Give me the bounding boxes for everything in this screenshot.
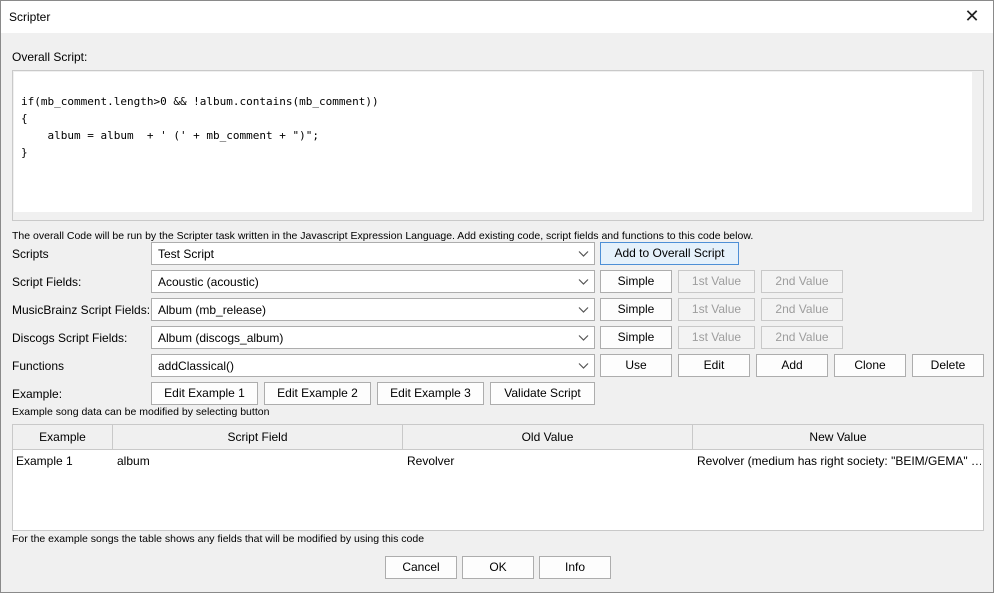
overall-script-note: The overall Code will be run by the Scri… (12, 230, 754, 242)
musicbrainz-script-fields-dropdown[interactable]: Album (mb_release) (151, 298, 595, 321)
validate-script-button[interactable]: Validate Script (490, 382, 595, 405)
chevron-down-icon (578, 251, 589, 257)
script-fields-dropdown[interactable]: Acoustic (acoustic) (151, 270, 595, 293)
function-edit-button[interactable]: Edit (678, 354, 750, 377)
chevron-down-icon (578, 307, 589, 313)
examples-table: Example Script Field Old Value New Value… (12, 424, 984, 531)
title-bar: Scripter ✕ (1, 1, 993, 33)
table-cell-example: Example 1 (16, 454, 73, 468)
scripts-label: Scripts (12, 247, 49, 261)
add-to-overall-script-button[interactable]: Add to Overall Script (600, 242, 739, 265)
functions-dropdown-value: addClassical() (158, 359, 235, 373)
script-fields-dropdown-value: Acoustic (acoustic) (158, 275, 259, 289)
column-header-old-value[interactable]: Old Value (403, 425, 693, 449)
column-header-script-field[interactable]: Script Field (113, 425, 403, 449)
window-title: Scripter (9, 10, 51, 24)
close-icon[interactable]: ✕ (961, 5, 983, 27)
musicbrainz-1st-value-button[interactable]: 1st Value (678, 298, 755, 321)
overall-script-editor-frame: if(mb_comment.length>0 && !album.contain… (12, 70, 984, 221)
ok-button[interactable]: OK (462, 556, 534, 579)
chevron-down-icon (578, 279, 589, 285)
script-fields-1st-value-button[interactable]: 1st Value (678, 270, 755, 293)
overall-script-code[interactable]: if(mb_comment.length>0 && !album.contain… (21, 93, 379, 161)
scripts-dropdown-value: Test Script (158, 247, 215, 261)
discogs-2nd-value-button[interactable]: 2nd Value (761, 326, 843, 349)
discogs-script-fields-dropdown[interactable]: Album (discogs_album) (151, 326, 595, 349)
function-clone-button[interactable]: Clone (834, 354, 906, 377)
example-note: Example song data can be modified by sel… (12, 406, 270, 418)
musicbrainz-dropdown-value: Album (mb_release) (158, 303, 267, 317)
overall-script-label: Overall Script: (12, 50, 88, 64)
column-header-new-value[interactable]: New Value (693, 425, 983, 449)
table-cell-old-value: Revolver (407, 454, 455, 468)
edit-example-2-button[interactable]: Edit Example 2 (264, 382, 371, 405)
edit-example-3-button[interactable]: Edit Example 3 (377, 382, 484, 405)
chevron-down-icon (578, 335, 589, 341)
script-fields-label: Script Fields: (12, 275, 82, 289)
musicbrainz-simple-button[interactable]: Simple (600, 298, 672, 321)
discogs-simple-button[interactable]: Simple (600, 326, 672, 349)
cancel-button[interactable]: Cancel (385, 556, 457, 579)
chevron-down-icon (578, 363, 589, 369)
table-header: Example Script Field Old Value New Value (13, 425, 983, 450)
functions-label: Functions (12, 359, 65, 373)
info-button[interactable]: Info (539, 556, 611, 579)
scripter-dialog: Scripter ✕ Overall Script: if(mb_comment… (0, 0, 994, 593)
edit-example-1-button[interactable]: Edit Example 1 (151, 382, 258, 405)
column-header-example[interactable]: Example (13, 425, 113, 449)
discogs-1st-value-button[interactable]: 1st Value (678, 326, 755, 349)
musicbrainz-2nd-value-button[interactable]: 2nd Value (761, 298, 843, 321)
table-note: For the example songs the table shows an… (12, 533, 425, 545)
function-use-button[interactable]: Use (600, 354, 672, 377)
script-fields-simple-button[interactable]: Simple (600, 270, 672, 293)
table-cell-script-field: album (117, 454, 150, 468)
function-delete-button[interactable]: Delete (912, 354, 984, 377)
example-label: Example: (12, 387, 63, 401)
discogs-dropdown-value: Album (discogs_album) (158, 331, 284, 345)
table-cell-new-value: Revolver (medium has right society: "BEI… (697, 454, 981, 468)
discogs-script-fields-label: Discogs Script Fields: (12, 331, 128, 345)
script-fields-2nd-value-button[interactable]: 2nd Value (761, 270, 843, 293)
scripts-dropdown[interactable]: Test Script (151, 242, 595, 265)
functions-dropdown[interactable]: addClassical() (151, 354, 595, 377)
function-add-button[interactable]: Add (756, 354, 828, 377)
overall-script-editor[interactable]: if(mb_comment.length>0 && !album.contain… (14, 72, 972, 212)
musicbrainz-script-fields-label: MusicBrainz Script Fields: (12, 303, 151, 317)
